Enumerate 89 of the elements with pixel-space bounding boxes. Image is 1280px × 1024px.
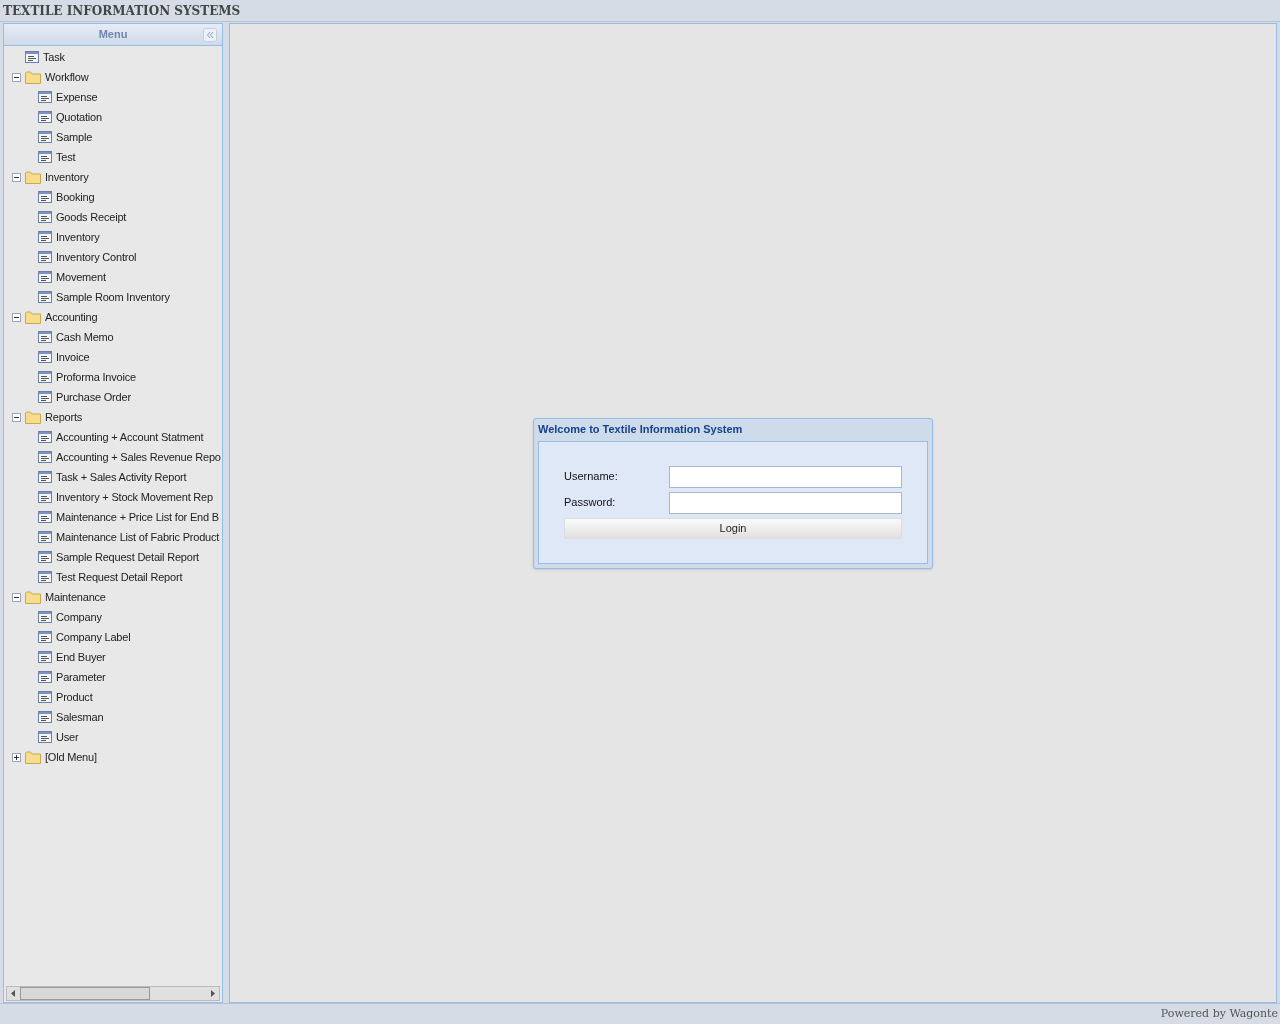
document-icon [38,291,52,303]
tree-item[interactable]: Proforma Invoice [56,371,136,383]
collapse-icon[interactable] [12,592,21,602]
document-icon [38,611,52,623]
document-icon [38,511,52,523]
tree-item[interactable]: Accounting + Account Statment [56,431,204,443]
login-button[interactable]: Login [564,517,902,539]
document-icon [38,111,52,123]
collapse-icon[interactable] [12,412,21,422]
document-icon [38,371,52,383]
tree-item[interactable]: Accounting + Sales Revenue Repo [56,451,221,463]
tree-folder[interactable]: Reports [45,411,83,423]
tree-item[interactable]: User [56,731,79,743]
tree-item[interactable]: Test Request Detail Report [56,571,183,583]
tree-item[interactable]: Salesman [56,711,104,723]
tree-item[interactable]: Product [56,691,93,703]
collapse-icon[interactable] [12,312,21,322]
document-icon [38,211,52,223]
tree-item[interactable]: Company Label [56,631,131,643]
document-icon [38,711,52,723]
document-icon [38,231,52,243]
tree-item[interactable]: Company [56,611,102,623]
tree-item[interactable]: Movement [56,271,106,283]
scroll-thumb[interactable] [20,987,150,1000]
document-icon [38,671,52,683]
document-icon [38,491,52,503]
document-icon [38,271,52,283]
tree-item[interactable]: Purchase Order [56,391,131,403]
tree-item[interactable]: Quotation [56,111,102,123]
dialog-title: Welcome to Textile Information System [538,422,743,438]
horizontal-scrollbar[interactable] [6,986,220,1001]
tree-folder[interactable]: Maintenance [45,591,106,603]
tree-item[interactable]: Sample [56,131,93,143]
folder-icon [25,70,41,84]
folder-icon [25,590,41,604]
tree-folder[interactable]: Workflow [45,71,89,83]
panel-title: Menu [98,27,128,43]
document-icon [38,151,52,163]
collapse-icon[interactable] [12,72,21,82]
document-icon [38,251,52,263]
tree-item[interactable]: Expense [56,91,98,103]
document-icon [38,691,52,703]
document-icon [38,331,52,343]
document-icon [38,571,52,583]
tree-folder[interactable]: [Old Menu] [45,751,97,763]
document-icon [38,651,52,663]
tree-item[interactable]: Test [56,151,76,163]
document-icon [38,471,52,483]
document-icon [38,131,52,143]
field-label: Password: [564,495,617,511]
tree-item[interactable]: Task [43,51,65,63]
folder-icon [25,310,41,324]
document-icon [38,191,52,203]
tree-item[interactable]: Sample Room Inventory [56,291,170,303]
folder-icon [25,410,41,424]
app-title: TEXTILE INFORMATION SYSTEMS [3,2,241,20]
document-icon [38,631,52,643]
document-icon [38,391,52,403]
text-field[interactable] [669,491,902,514]
expand-icon[interactable] [12,752,21,762]
tree-folder[interactable]: Inventory [45,171,89,183]
tree-item[interactable]: Cash Memo [56,331,114,343]
tree-item[interactable]: Parameter [56,671,106,683]
document-icon [25,51,39,63]
tree-item[interactable]: Inventory Control [56,251,137,263]
tree-item[interactable]: Invoice [56,351,90,363]
document-icon [38,451,52,463]
tree-folder[interactable]: Accounting [45,311,98,323]
document-icon [38,531,52,543]
tree-item[interactable]: Maintenance + Price List for End B [56,511,219,523]
tree-item[interactable]: Booking [56,191,95,203]
tree-item[interactable]: Task + Sales Activity Report [56,471,187,483]
footer-text: Powered by Wagonte [1160,1005,1278,1022]
folder-icon [25,750,41,764]
tree-item[interactable]: Inventory + Stock Movement Rep [56,491,213,503]
tree-item[interactable]: Maintenance List of Fabric Product [56,531,220,543]
document-icon [38,91,52,103]
text-field[interactable] [669,465,902,488]
document-icon [38,431,52,443]
folder-icon [25,170,41,184]
collapse-icon[interactable] [12,172,21,182]
tree-item[interactable]: Sample Request Detail Report [56,551,199,563]
document-icon [38,731,52,743]
field-label: Username: [564,469,619,485]
document-icon [38,551,52,563]
document-icon [38,351,52,363]
tree-item[interactable]: End Buyer [56,651,106,663]
tree-item[interactable]: Inventory [56,231,100,243]
tree-item[interactable]: Goods Receipt [56,211,127,223]
